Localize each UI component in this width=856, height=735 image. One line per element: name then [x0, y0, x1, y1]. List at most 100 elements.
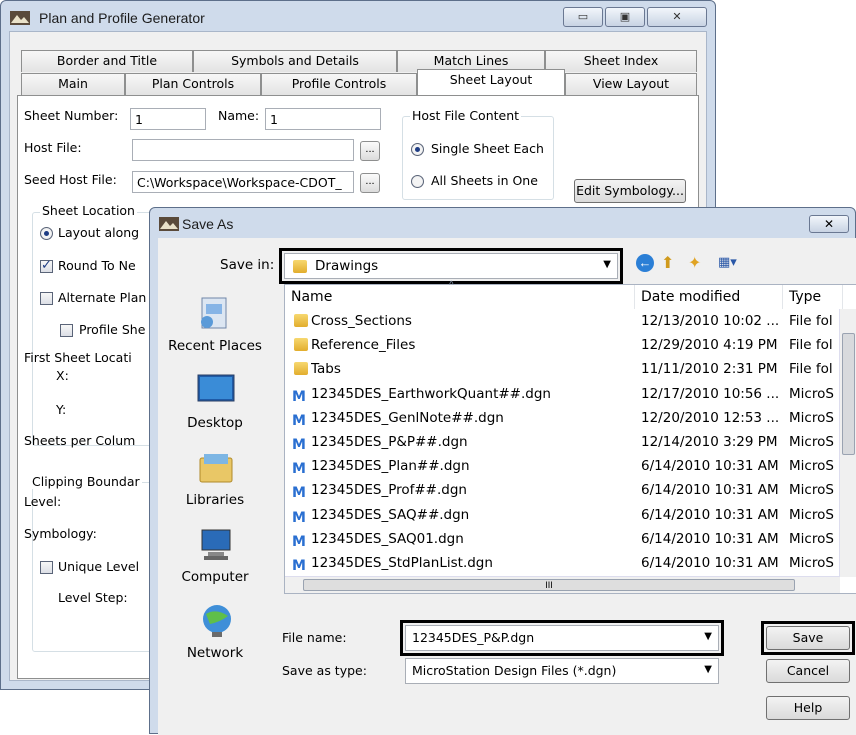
list-item[interactable]: M 12345DES_EarthworkQuant##.dgn 12/17/2010… — [285, 382, 840, 406]
profile-sheet-label: Profile She — [79, 322, 146, 337]
maximize-button[interactable]: ▣ — [605, 7, 645, 27]
edit-symbology-button[interactable]: Edit Symbology... — [574, 179, 686, 203]
up-folder-icon[interactable]: ⬆ — [661, 253, 681, 273]
tab-profile-controls[interactable]: Profile Controls — [261, 73, 417, 95]
type-cell: MicroS — [789, 458, 834, 475]
level-label: Level: — [24, 494, 62, 509]
seed-host-file-input[interactable]: C:\Workspace\Workspace-CDOT_ — [132, 171, 354, 193]
save-as-type-value: MicroStation Design Files (*.dgn) — [412, 663, 617, 678]
list-item[interactable]: M 12345DES_SAQ##.dgn 6/14/2010 10:31 AM Mic… — [285, 503, 840, 527]
desktop-label[interactable]: Desktop — [160, 415, 270, 431]
date-modified-cell: 12/20/2010 12:53 ... — [641, 409, 780, 426]
microstation-file-icon: M — [292, 558, 306, 574]
save-in-label: Save in: — [220, 257, 275, 273]
sheets-per-column-label: Sheets per Colum — [24, 433, 136, 448]
close-icon: ✕ — [823, 217, 835, 231]
type-cell: MicroS — [789, 482, 834, 499]
minimize-icon: ▭ — [577, 11, 589, 23]
type-cell: MicroS — [789, 506, 834, 523]
name-label: Name: — [218, 108, 260, 123]
seed-host-file-browse-button[interactable]: ... — [360, 173, 380, 193]
date-modified-cell: 6/14/2010 10:31 AM — [641, 555, 779, 571]
list-item[interactable]: Reference_Files 12/29/2010 4:19 PM File fo… — [285, 333, 840, 357]
round-to-checkbox[interactable] — [40, 257, 53, 273]
save-as-type-dropdown[interactable]: MicroStation Design Files (*.dgn) ▼ — [405, 658, 719, 684]
tab-plan-controls[interactable]: Plan Controls — [125, 73, 261, 95]
file-name-label: File name: — [282, 630, 347, 645]
tab-view-layout[interactable]: View Layout — [565, 73, 697, 95]
list-item[interactable]: M 12345DES_GenlNote##.dgn 12/20/2010 12:53… — [285, 406, 840, 430]
back-icon[interactable]: ← — [636, 254, 654, 272]
libraries-label[interactable]: Libraries — [160, 492, 270, 508]
list-item[interactable]: M 12345DES_P&P##.dgn 12/14/2010 3:29 PM Mic… — [285, 430, 840, 454]
host-file-input[interactable] — [132, 139, 354, 161]
level-step-label: Level Step: — [58, 590, 128, 605]
scroll-thumb[interactable] — [842, 333, 855, 455]
sheet-number-input[interactable]: 1 — [130, 108, 206, 130]
profile-sheet-checkbox[interactable] — [60, 324, 73, 337]
file-name-cell: 12345DES_SAQ01.dgn — [311, 530, 464, 547]
network-label[interactable]: Network — [160, 645, 270, 661]
list-item[interactable]: M 12345DES_Plan##.dgn 6/14/2010 10:31 AM Mi… — [285, 454, 840, 478]
minimize-button[interactable]: ▭ — [563, 7, 603, 27]
alternate-plan-checkbox[interactable] — [40, 292, 53, 305]
list-item[interactable]: Tabs 11/11/2010 2:31 PM File fol — [285, 357, 840, 381]
list-item[interactable]: M 12345DES_StdPlanList.dgn 6/14/2010 10:31… — [285, 551, 840, 575]
folder-icon — [294, 362, 308, 376]
file-name-cell: 12345DES_EarthworkQuant##.dgn — [311, 385, 551, 402]
maximize-icon: ▣ — [619, 11, 631, 23]
new-folder-icon[interactable]: ✦ — [688, 253, 710, 273]
save-as-close-button[interactable]: ✕ — [809, 215, 849, 233]
save-button[interactable]: Save — [766, 626, 850, 650]
close-icon: ✕ — [672, 11, 682, 23]
window-title: Plan and Profile Generator — [39, 10, 205, 26]
column-header-type[interactable]: Type — [783, 285, 843, 309]
vertical-scrollbar[interactable] — [839, 309, 856, 577]
type-cell: File fol — [789, 337, 833, 354]
save-in-dropdown[interactable]: Drawings ▼ — [284, 253, 618, 279]
view-menu-icon[interactable]: ▦▾ — [718, 254, 750, 272]
date-modified-cell: 6/14/2010 10:31 AM — [641, 458, 779, 475]
file-name-cell: 12345DES_Prof##.dgn — [311, 482, 467, 499]
tab-symbols-and-details[interactable]: Symbols and Details — [193, 50, 397, 72]
type-cell: File fol — [789, 313, 833, 329]
type-cell: MicroS — [789, 555, 834, 571]
unique-level-checkbox[interactable] — [40, 561, 53, 574]
cancel-button[interactable]: Cancel — [766, 659, 850, 683]
layout-along-radio[interactable] — [40, 227, 53, 240]
file-name-cell: 12345DES_Plan##.dgn — [311, 458, 470, 475]
file-name-input[interactable]: 12345DES_P&P.dgn ▼ — [405, 625, 719, 651]
tab-main[interactable]: Main — [21, 73, 125, 95]
chevron-down-icon: ▼ — [603, 259, 611, 270]
tab-sheet-index[interactable]: Sheet Index — [545, 50, 697, 72]
list-item[interactable]: Cross_Sections 12/13/2010 10:02 ... File f… — [285, 309, 840, 333]
horizontal-scroll-thumb[interactable]: III — [303, 579, 795, 591]
tab-border-and-title[interactable]: Border and Title — [21, 50, 193, 72]
column-header-name[interactable]: Name — [285, 285, 635, 309]
close-button[interactable]: ✕ — [647, 7, 707, 27]
horizontal-scrollbar[interactable]: III — [285, 576, 840, 593]
file-name-cell: Cross_Sections — [311, 313, 412, 329]
host-file-label: Host File: — [24, 140, 82, 155]
list-item[interactable]: M 12345DES_Prof##.dgn 6/14/2010 10:31 AM Mi… — [285, 478, 840, 502]
single-sheet-each-radio[interactable] — [411, 143, 424, 156]
name-input[interactable]: 1 — [265, 108, 381, 130]
date-modified-cell: 6/14/2010 10:31 AM — [641, 530, 779, 547]
single-sheet-each-label: Single Sheet Each — [431, 141, 544, 156]
tab-sheet-layout[interactable]: Sheet Layout — [417, 69, 565, 95]
date-modified-cell: 11/11/2010 2:31 PM — [641, 361, 778, 378]
computer-label[interactable]: Computer — [160, 569, 270, 585]
host-file-browse-button[interactable]: ... — [360, 141, 380, 161]
clipping-boundary-title: Clipping Boundar — [30, 474, 142, 489]
file-name-cell: Reference_Files — [311, 337, 416, 354]
column-header-date-modified[interactable]: Date modified — [635, 285, 783, 309]
type-cell: MicroS — [789, 385, 834, 402]
recent-places-label[interactable]: Recent Places — [160, 338, 270, 354]
sheet-location-title: Sheet Location — [40, 203, 137, 218]
network-icon — [203, 605, 231, 637]
type-cell: File fol — [789, 361, 833, 378]
list-item[interactable]: M 12345DES_SAQ01.dgn 6/14/2010 10:31 AM Mic… — [285, 527, 840, 551]
all-sheets-in-one-radio[interactable] — [411, 175, 424, 188]
help-button[interactable]: Help — [766, 696, 850, 720]
app-icon — [10, 11, 30, 25]
